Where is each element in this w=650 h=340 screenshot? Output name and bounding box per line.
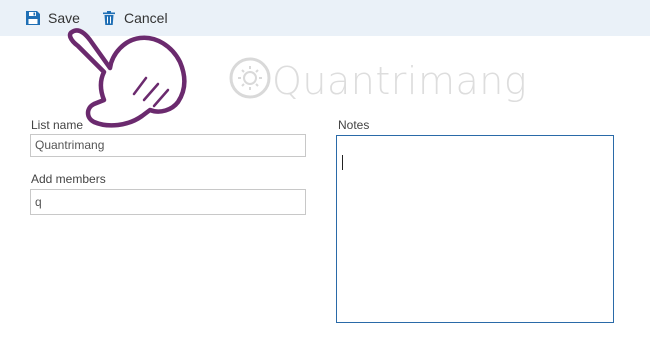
- add-members-input[interactable]: q: [30, 189, 306, 215]
- watermark-text: Quantrimang: [272, 58, 528, 103]
- floppy-disk-icon: [25, 10, 41, 26]
- notes-label: Notes: [338, 118, 370, 132]
- text-caret: [342, 155, 343, 170]
- add-members-label: Add members: [31, 172, 106, 186]
- sun-logo-icon: [228, 56, 272, 105]
- watermark-logo: Quantrimang: [228, 56, 527, 105]
- list-name-input[interactable]: Quantrimang: [30, 134, 306, 157]
- pointing-hand-icon: [67, 28, 187, 128]
- list-name-label: List name: [31, 118, 84, 132]
- notes-textarea[interactable]: [336, 135, 614, 323]
